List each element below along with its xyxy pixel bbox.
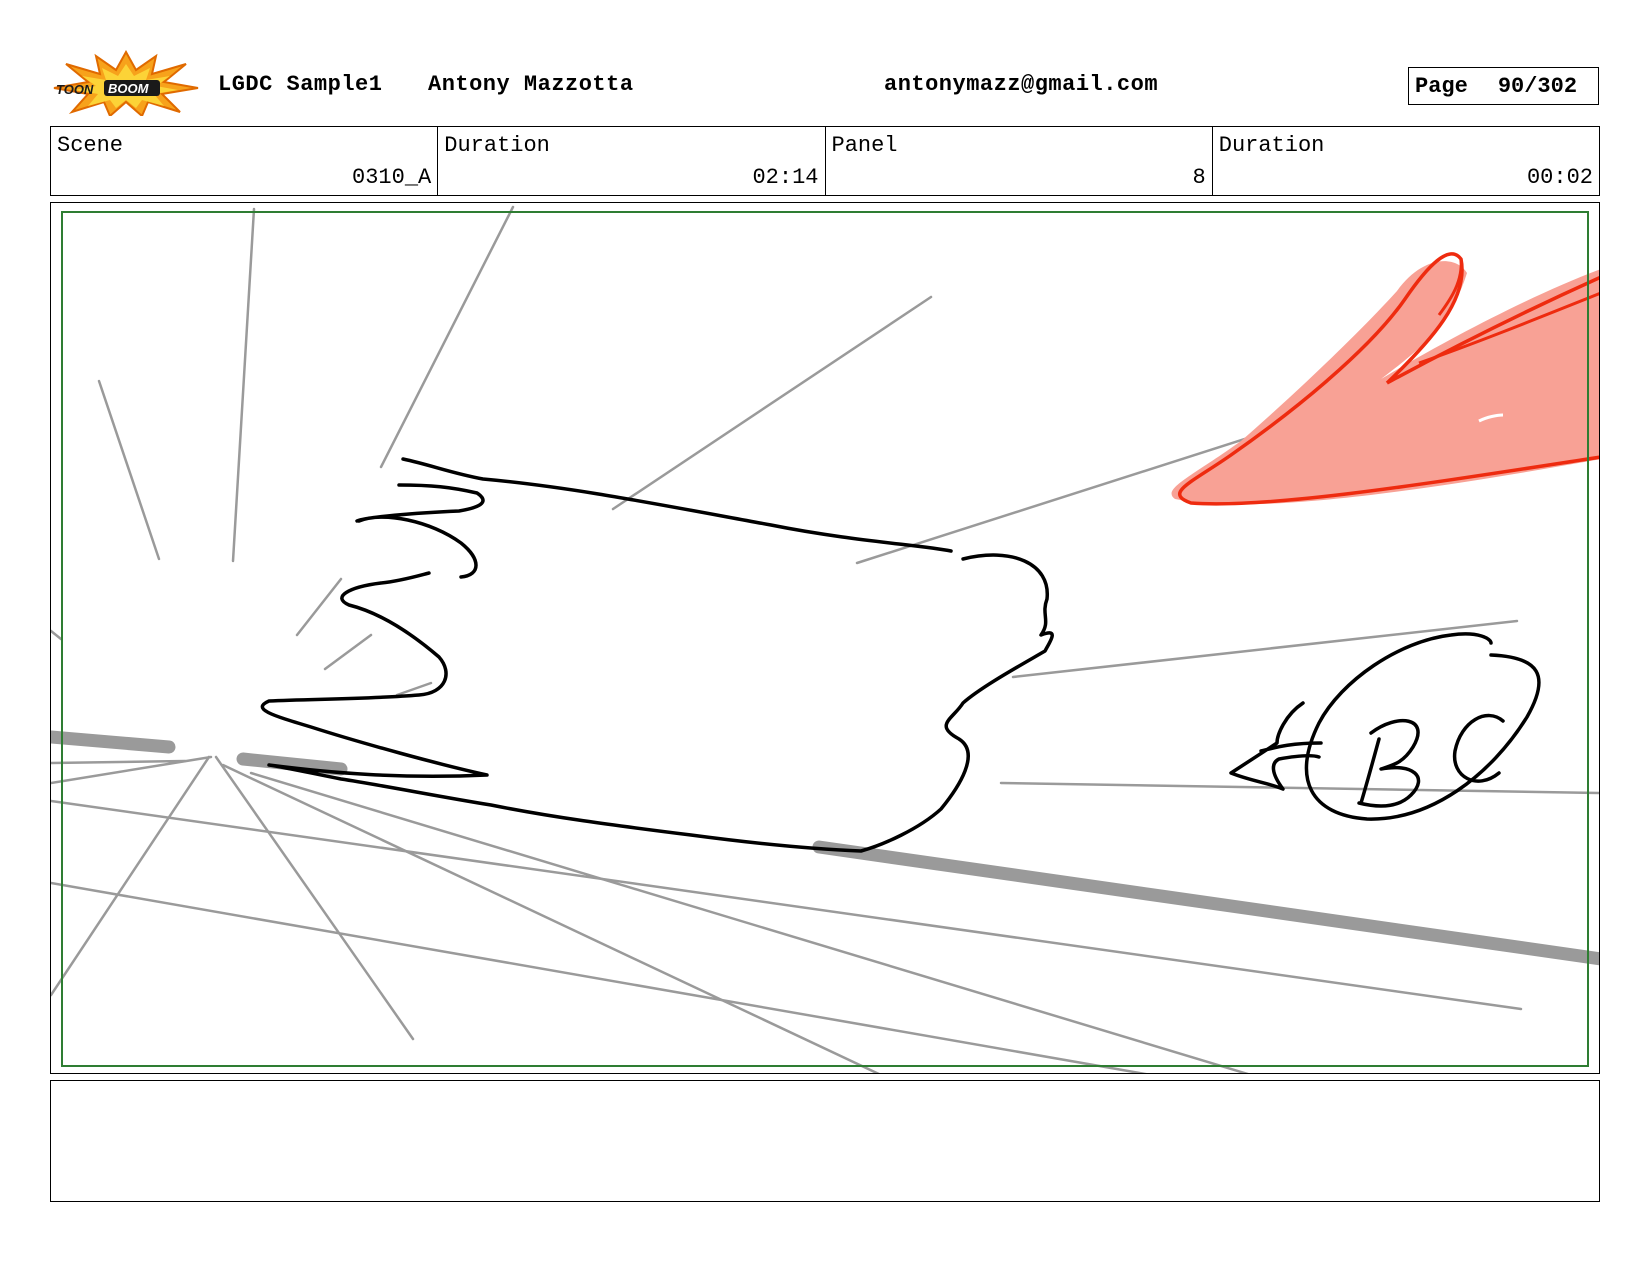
panel-duration-label: Duration [1218,133,1325,158]
panel-duration-value: 00:02 [1526,165,1593,190]
panel-notes [50,1080,1600,1202]
scene-duration-value: 02:14 [752,165,819,190]
scene-info-table: Scene 0310_A Duration 02:14 Panel 8 Dura… [50,126,1600,196]
panel-sketch [51,205,1599,1073]
author-email: antonymazz@gmail.com [884,72,1159,97]
svg-text:TOON: TOON [56,82,94,97]
author-name: Antony Mazzotta [428,72,634,97]
page-label: Page [1415,73,1468,99]
svg-text:BOOM: BOOM [108,81,150,96]
page-number: 90/302 [1497,73,1578,99]
panel-duration-cell: Duration 00:02 [1213,127,1599,195]
scene-label: Scene [57,133,124,158]
black-blob-shape [260,457,1054,853]
scene-value: 0310_A [352,165,432,190]
panel-value: 8 [1192,165,1206,190]
storyboard-panel [50,202,1600,1074]
project-title: LGDC Sample1 [218,72,383,97]
scene-duration-cell: Duration 02:14 [438,127,826,195]
red-character [1171,252,1599,506]
page-indicator: Page 90/302 [1408,67,1599,105]
panel-cell: Panel 8 [826,127,1213,195]
panel-label: Panel [831,133,898,158]
scene-duration-label: Duration [444,133,550,158]
scene-cell: Scene 0310_A [51,127,439,195]
toonboom-logo: TOON BOOM [52,49,200,118]
